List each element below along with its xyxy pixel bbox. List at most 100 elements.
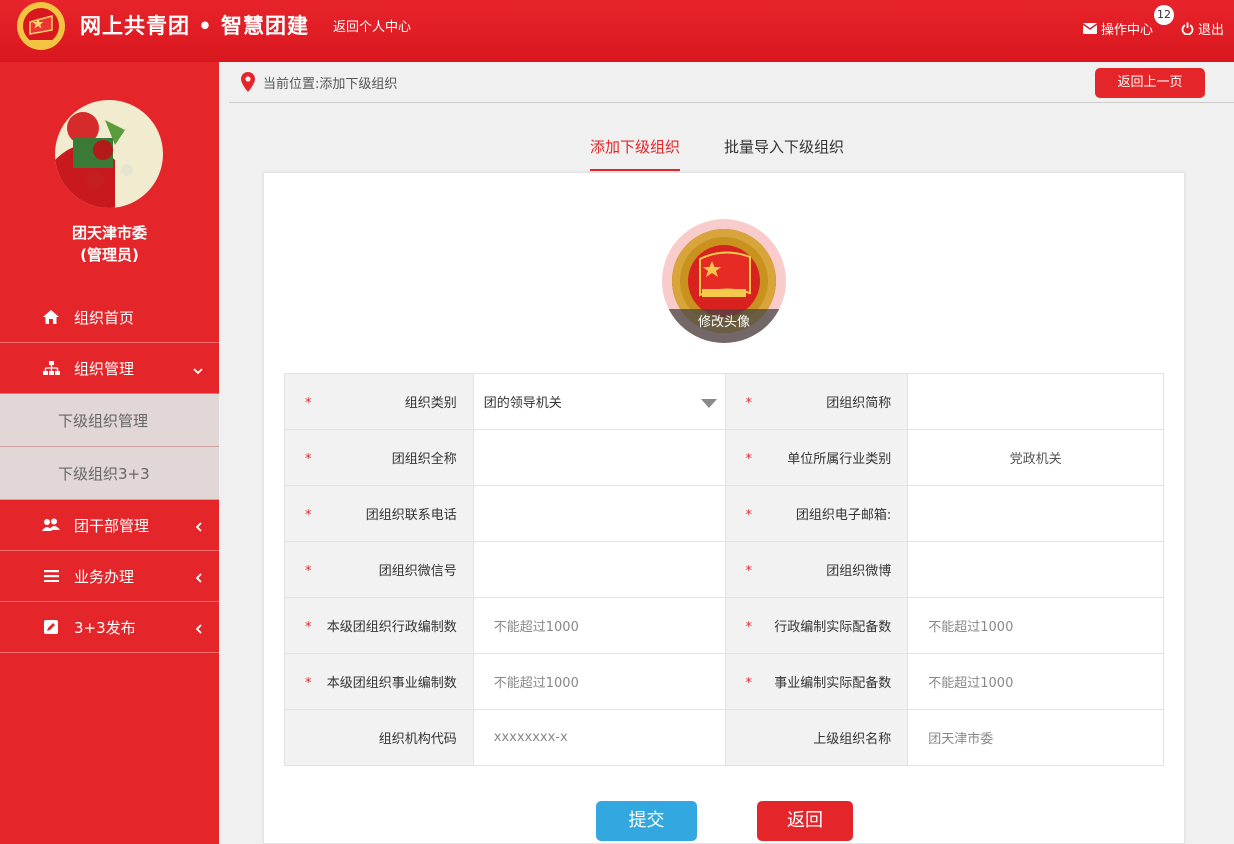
table-row: * 本级团组织事业编制数 不能超过1000 * 事业编制实际配备数 不能超过1000	[284, 653, 1164, 710]
institution-actual-input[interactable]: 不能超过1000	[907, 653, 1164, 710]
admin-quota-input[interactable]: 不能超过1000	[472, 597, 726, 654]
user-name: 团天津市委	[71, 224, 147, 242]
youth-league-logo-icon	[17, 2, 65, 50]
field-label-parent-org: 上级组织名称	[724, 709, 909, 766]
weibo-input[interactable]	[907, 541, 1164, 598]
return-button[interactable]: 返回	[757, 801, 853, 841]
user-name-block: 团天津市委 (管理员)	[0, 222, 219, 266]
sidebar-item-org-management[interactable]: 组织管理	[0, 343, 219, 394]
tab-batch-import-sub-org[interactable]: 批量导入下级组织	[724, 136, 844, 171]
back-previous-page-button[interactable]: 返回上一页	[1095, 68, 1205, 98]
chevron-down-icon	[193, 361, 203, 379]
operation-center-label: 操作中心	[1101, 23, 1154, 38]
avatar-image-icon	[55, 100, 163, 208]
org-code-input[interactable]: xxxxxxxx-x	[472, 709, 726, 766]
back-personal-center-link[interactable]: 返回个人中心	[333, 16, 411, 35]
chevron-left-icon	[195, 518, 203, 536]
required-mark: *	[305, 396, 312, 411]
sidebar: 团天津市委 (管理员) 组织首页 组织管理 下级组织管理 下级组织3+3 团干部…	[0, 62, 219, 844]
wechat-input[interactable]	[472, 541, 726, 598]
location-pin-icon	[241, 72, 255, 92]
sidebar-item-label: 3+3发布	[74, 618, 136, 637]
sidebar-item-label: 组织首页	[74, 308, 135, 327]
required-mark: *	[745, 564, 753, 579]
field-label-institution-quota: * 本级团组织事业编制数	[284, 653, 474, 710]
change-avatar-label: 修改头像	[662, 309, 786, 343]
breadcrumb: 当前位置:添加下级组织	[241, 72, 397, 92]
user-role: (管理员)	[80, 246, 139, 264]
users-icon	[42, 518, 60, 532]
field-label-short-name: * 团组织简称	[724, 373, 909, 430]
required-mark: *	[305, 452, 312, 467]
field-label-weibo: * 团组织微博	[724, 541, 909, 598]
breadcrumb-text: 当前位置:添加下级组织	[263, 76, 398, 92]
field-label-industry: * 单位所属行业类别	[724, 429, 909, 486]
sidebar-item-business[interactable]: 业务办理	[0, 551, 219, 602]
caret-down-icon	[700, 399, 717, 408]
sidebar-item-org-home[interactable]: 组织首页	[0, 292, 219, 343]
chevron-left-icon	[195, 569, 203, 587]
list-icon	[42, 570, 60, 582]
tab-bar: 添加下级组织 批量导入下级组织	[590, 136, 844, 171]
tab-add-sub-org[interactable]: 添加下级组织	[590, 136, 681, 171]
required-mark: *	[745, 508, 753, 523]
chevron-left-icon	[195, 620, 203, 638]
field-label-wechat: * 团组织微信号	[284, 541, 474, 598]
full-name-input[interactable]	[472, 429, 726, 486]
field-label-org-type: * 组织类别	[284, 373, 474, 430]
sidebar-subitem-sub-org-3plus3[interactable]: 下级组织3+3	[0, 447, 219, 500]
table-row: * 本级团组织行政编制数 不能超过1000 * 行政编制实际配备数 不能超过1000	[284, 597, 1164, 654]
phone-input[interactable]	[472, 485, 726, 542]
table-row: * 组织类别 团的领导机关 * 团组织简称	[284, 373, 1164, 430]
submit-button[interactable]: 提交	[596, 801, 697, 841]
sidebar-menu: 组织首页 组织管理 下级组织管理 下级组织3+3 团干部管理 业务办理 3+3发…	[0, 292, 219, 653]
admin-actual-input[interactable]: 不能超过1000	[907, 597, 1164, 654]
field-label-email: * 团组织电子邮箱:	[724, 485, 909, 542]
breadcrumb-bar: 当前位置:添加下级组织 返回上一页	[229, 62, 1234, 103]
sidebar-item-label: 业务办理	[74, 567, 135, 586]
industry-select[interactable]: 党政机关	[907, 429, 1164, 486]
table-row: * 团组织全称 * 单位所属行业类别 党政机关	[284, 429, 1164, 486]
required-mark: *	[305, 620, 312, 635]
form-card: 修改头像 * 组织类别 团的领导机关 * 团组织简称 * 团组织全称 * 单位所属行业类…	[263, 172, 1185, 844]
institution-quota-input[interactable]: 不能超过1000	[472, 653, 726, 710]
logout-link[interactable]: 退出	[1181, 19, 1224, 38]
power-icon	[1181, 22, 1194, 35]
org-tree-icon	[42, 361, 60, 375]
field-label-phone: * 团组织联系电话	[284, 485, 474, 542]
required-mark: *	[745, 396, 753, 411]
sidebar-subitem-sub-org-management[interactable]: 下级组织管理	[0, 394, 219, 447]
logout-label: 退出	[1198, 23, 1225, 38]
table-row: 组织机构代码 xxxxxxxx-x 上级组织名称 团天津市委	[284, 709, 1164, 766]
field-label-full-name: * 团组织全称	[284, 429, 474, 486]
org-form-table: * 组织类别 团的领导机关 * 团组织简称 * 团组织全称 * 单位所属行业类别 党政机…	[284, 373, 1164, 766]
required-mark: *	[305, 508, 312, 523]
sidebar-item-3plus3-publish[interactable]: 3+3发布	[0, 602, 219, 653]
brand-title: 网上共青团 • 智慧团建	[80, 14, 310, 38]
field-label-admin-quota: * 本级团组织行政编制数	[284, 597, 474, 654]
parent-org-value: 团天津市委	[907, 709, 1164, 766]
field-label-admin-actual: * 行政编制实际配备数	[724, 597, 909, 654]
sidebar-item-label: 团干部管理	[74, 516, 150, 535]
required-mark: *	[745, 676, 753, 691]
required-mark: *	[305, 676, 312, 691]
required-mark: *	[745, 620, 753, 635]
field-label-institution-actual: * 事业编制实际配备数	[724, 653, 909, 710]
org-avatar-uploader[interactable]: 修改头像	[662, 219, 786, 343]
field-label-org-code: 组织机构代码	[284, 709, 474, 766]
operation-center-link[interactable]: 操作中心	[1083, 19, 1153, 38]
required-mark: *	[745, 452, 753, 467]
table-row: * 团组织联系电话 * 团组织电子邮箱:	[284, 485, 1164, 542]
top-header: 网上共青团 • 智慧团建 返回个人中心 操作中心 12 退出	[0, 0, 1234, 62]
mail-icon	[1083, 23, 1097, 34]
short-name-input[interactable]	[907, 373, 1164, 430]
sidebar-item-label: 组织管理	[74, 359, 135, 378]
user-avatar[interactable]	[55, 100, 163, 208]
notification-badge: 12	[1154, 5, 1174, 25]
org-type-select[interactable]: 团的领导机关	[472, 373, 726, 430]
email-input[interactable]	[907, 485, 1164, 542]
table-row: * 团组织微信号 * 团组织微博	[284, 541, 1164, 598]
edit-icon	[42, 620, 60, 634]
sidebar-item-cadre-management[interactable]: 团干部管理	[0, 500, 219, 551]
required-mark: *	[305, 564, 312, 579]
